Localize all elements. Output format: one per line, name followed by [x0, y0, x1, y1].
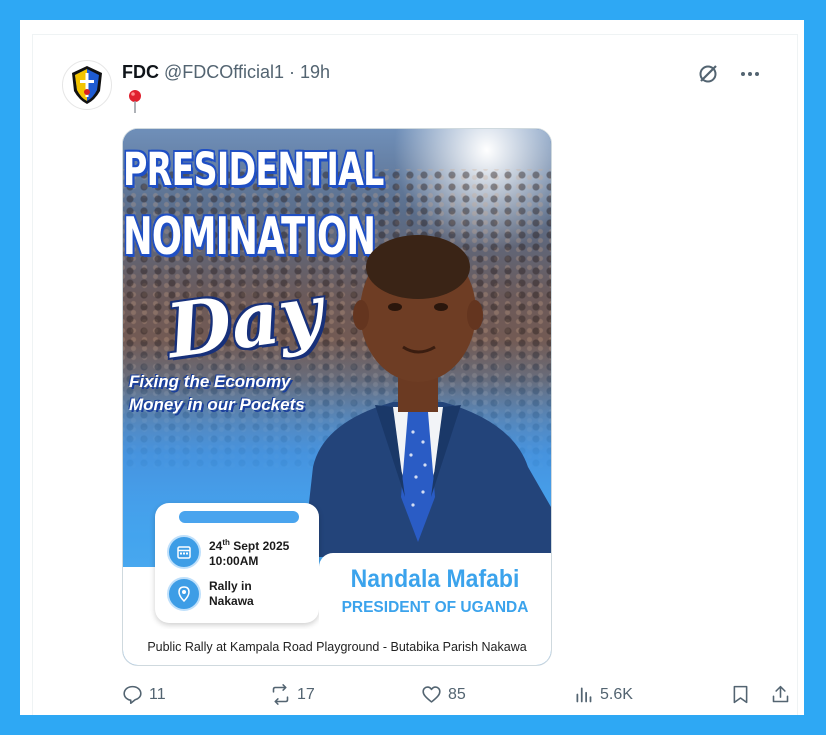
caption-strip: Public Rally at Kampala Road Playground … — [123, 629, 551, 665]
share-button[interactable] — [770, 684, 791, 705]
reply-button[interactable]: 11 — [122, 684, 166, 705]
candidate-title: PRESIDENT OF UGANDA — [341, 599, 529, 616]
author-handle[interactable]: @FDCOfficial1 — [164, 62, 284, 83]
venue-row: Rally in Nakawa — [167, 577, 254, 611]
separator-dot: · — [288, 62, 295, 82]
post-top-actions — [697, 63, 761, 85]
rally-caption: Public Rally at Kampala Road Playground … — [147, 640, 527, 654]
headline-line-1: PRESIDENTIAL — [123, 143, 384, 196]
post-header: FDC @FDCOfficial1 · 19h — [122, 62, 330, 83]
candidate-name-card: Nandala Mafabi PRESIDENT OF UGANDA — [319, 553, 551, 631]
grok-icon[interactable] — [697, 63, 719, 85]
event-date-day: 24 — [209, 539, 223, 553]
event-info-card: 24th Sept 2025 10:00AM Rally in Nakawa — [155, 503, 319, 623]
bookmark-icon — [733, 685, 748, 704]
venue-line-1: Rally in — [209, 579, 252, 593]
like-count: 85 — [448, 685, 466, 703]
avatar[interactable] — [62, 60, 112, 110]
repost-count: 17 — [297, 685, 315, 703]
location-pin-icon — [167, 577, 201, 611]
venue-line-2: Nakawa — [209, 594, 254, 608]
slogan-line-2: Money in our Pockets — [129, 395, 305, 414]
fdc-logo-icon — [72, 66, 102, 104]
post-time[interactable]: 19h — [300, 62, 330, 83]
screenshot-frame: FDC @FDCOfficial1 · 19h PRESIDENTIAL NOM… — [20, 20, 804, 715]
candidate-name: Nandala Mafabi — [350, 565, 520, 593]
reply-icon — [123, 685, 142, 705]
heart-icon — [422, 686, 441, 703]
like-button[interactable]: 85 — [421, 684, 466, 705]
share-icon — [772, 685, 789, 703]
reply-count: 11 — [149, 685, 166, 703]
repost-button[interactable]: 17 — [270, 684, 315, 705]
event-date-suffix: th — [222, 538, 230, 547]
views-button[interactable]: 5.6K — [573, 684, 633, 705]
author-name[interactable]: FDC — [122, 62, 159, 83]
round-pushpin-emoji-icon — [129, 90, 141, 113]
candidate-portrait — [303, 235, 551, 557]
event-time: 10:00AM — [209, 554, 259, 568]
repost-icon — [272, 684, 289, 705]
action-bar: 11 17 85 5.6K — [122, 680, 794, 710]
event-date-rest: Sept 2025 — [229, 539, 290, 553]
post-card[interactable]: FDC @FDCOfficial1 · 19h PRESIDENTIAL NOM… — [32, 34, 798, 715]
view-count: 5.6K — [600, 685, 633, 703]
date-row: 24th Sept 2025 10:00AM — [167, 535, 289, 569]
calendar-icon — [167, 535, 201, 569]
info-card-bar — [179, 511, 299, 523]
bookmark-button[interactable] — [730, 684, 751, 705]
more-options-icon[interactable] — [739, 63, 761, 85]
post-media-image[interactable]: PRESIDENTIAL NOMINATION Day Fixing the E… — [122, 128, 552, 666]
analytics-icon — [576, 687, 592, 703]
slogan-line-1: Fixing the Economy — [129, 372, 291, 391]
